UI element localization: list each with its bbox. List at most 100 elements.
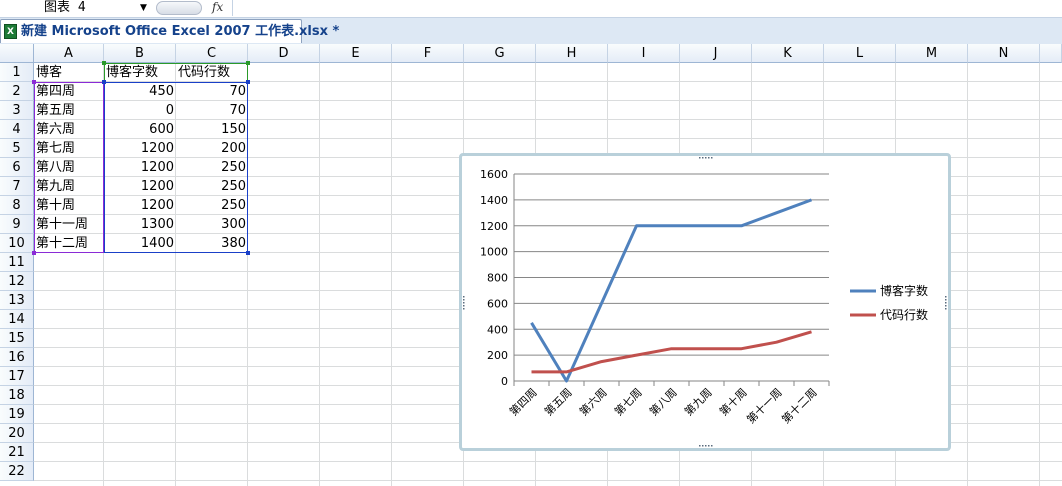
resize-handle-dot: [945, 299, 947, 301]
column-header[interactable]: B: [104, 44, 176, 63]
row-header[interactable]: 1: [0, 63, 34, 82]
select-all-corner[interactable]: [0, 44, 34, 63]
row-header[interactable]: 8: [0, 196, 34, 215]
row-header[interactable]: 7: [0, 177, 34, 196]
row-header[interactable]: 10: [0, 234, 34, 253]
y-tick-label: 1200: [480, 220, 508, 233]
range-handle[interactable]: [246, 251, 250, 255]
resize-handle-dot: [699, 445, 701, 447]
y-tick-label: 0: [501, 375, 508, 388]
resize-handle-dot: [463, 302, 465, 304]
row-header[interactable]: 19: [0, 405, 34, 424]
y-tick-label: 800: [487, 272, 508, 285]
row-header[interactable]: 21: [0, 443, 34, 462]
row-header[interactable]: 14: [0, 310, 34, 329]
line-chart[interactable]: 0 200 400 600 800 1000 1200 1400 1600 第四周 第五周 第六周 第七…: [459, 153, 951, 451]
formula-divider: [232, 0, 233, 16]
row-header[interactable]: 4: [0, 120, 34, 139]
range-handle[interactable]: [32, 80, 36, 84]
resize-handle-dot: [945, 305, 947, 307]
resize-handle-dot: [699, 157, 701, 159]
range-handle[interactable]: [246, 61, 250, 65]
excel-file-icon: X: [4, 24, 17, 39]
insert-function-icon[interactable]: fx: [212, 0, 223, 15]
row-header[interactable]: 9: [0, 215, 34, 234]
name-box-value[interactable]: 图表 4: [44, 0, 86, 16]
row-header[interactable]: 5: [0, 139, 34, 158]
column-header[interactable]: M: [896, 44, 968, 63]
x-tick-label: 第五周: [541, 385, 574, 418]
range-handle[interactable]: [102, 61, 106, 65]
column-header[interactable]: D: [248, 44, 320, 63]
resize-handle-dot: [702, 445, 704, 447]
range-handle[interactable]: [32, 251, 36, 255]
row-header[interactable]: 22: [0, 462, 34, 481]
row-header[interactable]: 20: [0, 424, 34, 443]
column-header[interactable]: F: [392, 44, 464, 63]
row-header[interactable]: 13: [0, 291, 34, 310]
y-tick-label: 200: [487, 349, 508, 362]
y-tick-label: 1600: [480, 168, 508, 181]
column-header[interactable]: E: [320, 44, 392, 63]
row-header[interactable]: 15: [0, 329, 34, 348]
y-tick-label: 600: [487, 297, 508, 310]
resize-handle-dot: [463, 299, 465, 301]
y-tick-label: 400: [487, 323, 508, 336]
row-header[interactable]: 2: [0, 82, 34, 101]
legend-label: 博客字数: [880, 283, 928, 298]
row-gridline: [34, 480, 1062, 481]
column-header[interactable]: I: [608, 44, 680, 63]
column-header[interactable]: G: [464, 44, 536, 63]
row-header[interactable]: 6: [0, 158, 34, 177]
column-header[interactable]: C: [176, 44, 248, 63]
selection-value-range: [104, 82, 248, 253]
row-header[interactable]: 18: [0, 386, 34, 405]
table-header-cell[interactable]: 博客: [34, 63, 104, 82]
resize-handle-dot: [702, 157, 704, 159]
resize-handle-dot: [711, 157, 713, 159]
document-tab[interactable]: X 新建 Microsoft Office Excel 2007 工作表.xls…: [0, 19, 339, 43]
resize-handle-dot: [711, 445, 713, 447]
x-tick-label: 第九周: [681, 385, 714, 418]
column-header[interactable]: A: [34, 44, 104, 63]
column-header[interactable]: H: [536, 44, 608, 63]
x-tick-label: 第四周: [506, 385, 539, 418]
name-box[interactable]: 图表 4 ▼: [0, 0, 152, 16]
series-line-1: [530, 198, 813, 383]
row-gridline: [34, 461, 1062, 462]
range-handle[interactable]: [246, 80, 250, 84]
column-header[interactable]: L: [824, 44, 896, 63]
y-tick-label: 1000: [480, 246, 508, 259]
row-header[interactable]: 3: [0, 101, 34, 120]
resize-handle-dot: [708, 445, 710, 447]
document-title: 新建 Microsoft Office Excel 2007 工作表.xlsx …: [21, 24, 340, 39]
resize-handle-dot: [463, 305, 465, 307]
x-tick-label: 第六周: [576, 385, 609, 418]
row-header[interactable]: 12: [0, 272, 34, 291]
resize-handle-dot: [705, 445, 707, 447]
document-tab-strip: X 新建 Microsoft Office Excel 2007 工作表.xls…: [0, 18, 1062, 45]
column-header[interactable]: J: [680, 44, 752, 63]
selection-category-range: [34, 82, 104, 253]
name-box-resize-handle[interactable]: [156, 1, 202, 15]
column-header[interactable]: K: [752, 44, 824, 63]
row-header[interactable]: 16: [0, 348, 34, 367]
resize-handle-dot: [463, 308, 465, 310]
y-tick-label: 1400: [480, 194, 508, 207]
column-header[interactable]: N: [968, 44, 1040, 63]
chevron-down-icon[interactable]: ▼: [140, 0, 147, 16]
resize-handle-dot: [708, 157, 710, 159]
row-header[interactable]: 17: [0, 367, 34, 386]
row-header[interactable]: 11: [0, 253, 34, 272]
column-gridline: [391, 63, 392, 486]
chart-canvas: 0 200 400 600 800 1000 1200 1400 1600 第四周 第五周 第六周 第七…: [463, 157, 947, 447]
range-handle[interactable]: [102, 80, 106, 84]
resize-handle-dot: [945, 296, 947, 298]
legend-label: 代码行数: [880, 307, 928, 322]
x-tick-label: 第十周: [716, 385, 749, 418]
resize-handle-dot: [463, 296, 465, 298]
x-tick-label: 第八周: [646, 385, 679, 418]
x-tick-label: 第十二周: [779, 385, 820, 426]
formula-bar: 图表 4 ▼ fx: [0, 0, 1062, 18]
column-header[interactable]: [1040, 44, 1062, 63]
